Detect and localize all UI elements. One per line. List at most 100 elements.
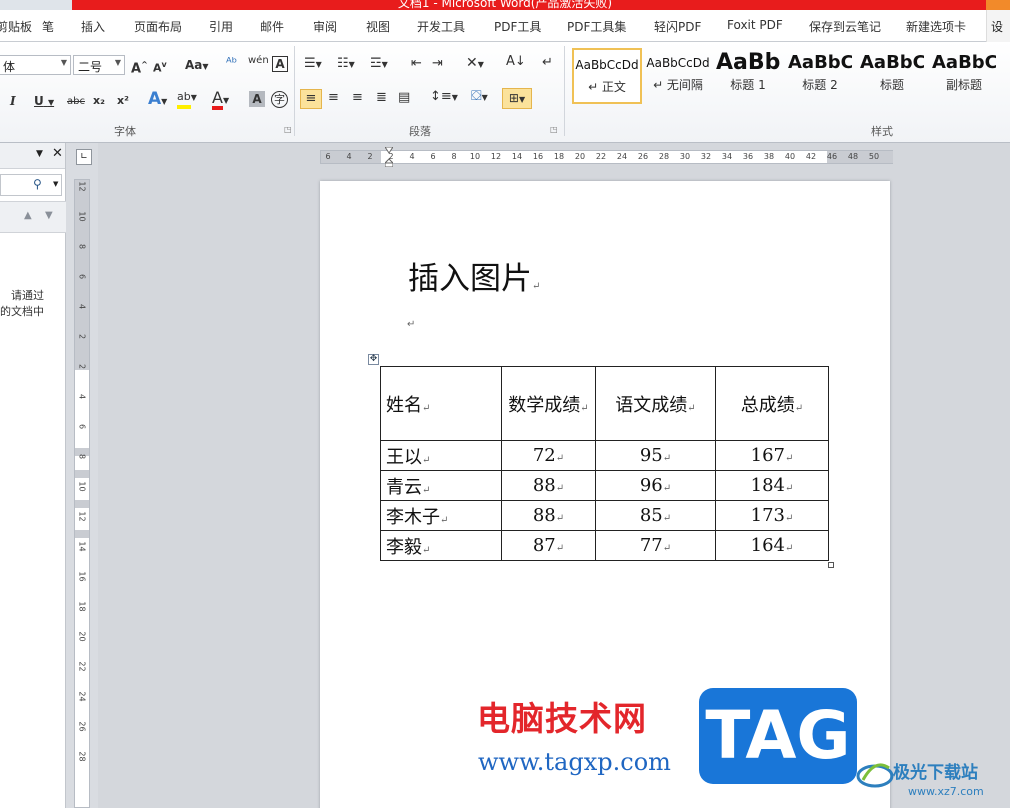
grades-table[interactable]: 姓名↵ 数学成绩↵ 语文成绩↵ 总成绩↵ 王以↵ 72↵ 95↵ 167↵ 青云↵ 88↵… (380, 366, 829, 561)
table-cell[interactable]: 77↵ (595, 530, 716, 561)
close-icon[interactable]: ✕ (52, 146, 63, 161)
nav-search-input[interactable]: ⚲ ▼ (0, 174, 62, 196)
underline-button[interactable]: U ▼ (34, 93, 54, 111)
table-cell[interactable]: 167↵ (715, 440, 829, 471)
table-cell[interactable]: 88↵ (501, 500, 596, 531)
italic-button[interactable]: I (10, 93, 16, 109)
strikethrough-button[interactable]: abc (67, 94, 85, 110)
increase-indent-icon[interactable]: ⇥ (432, 56, 443, 72)
multilevel-list-icon[interactable]: ☲▼ (370, 56, 388, 73)
bullets-icon[interactable]: ☰▼ (304, 56, 322, 73)
horizontal-ruler[interactable]: 6 4 2 2 4 6 8 10 12 14 16 18 20 22 24 26 28 30 32 34 36 38 40 4… (320, 147, 893, 167)
style-heading-2[interactable]: AaBbC 标题 2 (788, 48, 852, 104)
paragraph-mark: ↵ (407, 319, 416, 330)
superscript-button[interactable]: x² (117, 93, 129, 109)
text-effects-icon[interactable]: A▼ (148, 91, 167, 110)
tab-mailings[interactable]: 邮件 (260, 18, 284, 35)
tab-developer[interactable]: 开发工具 (417, 18, 465, 35)
table-cell[interactable]: 88↵ (501, 470, 596, 501)
decrease-indent-icon[interactable]: ⇤ (411, 56, 422, 72)
tab-insert[interactable]: 插入 (81, 18, 105, 35)
highlight-color-icon[interactable]: ab▼ (177, 89, 197, 109)
tab-pdf-tools[interactable]: PDF工具 (494, 18, 541, 35)
change-case-button[interactable]: Aa▼ (185, 57, 209, 75)
tab-references[interactable]: 引用 (209, 18, 233, 35)
previous-result-icon[interactable]: ▲ (24, 210, 32, 221)
watermark-tag-logo: TAG (699, 688, 857, 784)
ruler-number: 30 (679, 152, 691, 161)
tab-settings[interactable]: 设 (986, 10, 1010, 42)
show-marks-icon[interactable]: ↵ (542, 55, 553, 71)
tab-selector-button[interactable]: ∟ (76, 149, 92, 165)
paragraph-dialog-launcher-icon[interactable]: ◳ (550, 125, 558, 134)
distributed-icon[interactable]: ▤ (398, 90, 410, 106)
nav-pane-header: ▼ ✕ (0, 143, 65, 169)
table-cell[interactable]: 李毅↵ (380, 530, 502, 561)
table-move-handle-icon[interactable]: ✥ (368, 354, 379, 365)
align-right-icon[interactable]: ≡ (352, 90, 363, 106)
watermark-url: www.tagxp.com (478, 748, 671, 776)
grow-font-button[interactable]: A^ (131, 57, 148, 77)
table-cell[interactable]: 184↵ (715, 470, 829, 501)
style-normal[interactable]: AaBbCcDd ↵ 正文 (572, 48, 642, 104)
next-result-icon[interactable]: ▼ (45, 210, 53, 221)
table-cell[interactable]: 164↵ (715, 530, 829, 561)
shrink-font-button[interactable]: Av (153, 57, 167, 77)
table-cell[interactable]: 95↵ (595, 440, 716, 471)
shading-icon[interactable]: ⛋▼ (471, 88, 488, 106)
font-dialog-launcher-icon[interactable]: ◳ (284, 125, 292, 134)
tab-lightpdf[interactable]: 轻闪PDF (654, 18, 701, 35)
table-resize-handle[interactable] (828, 562, 834, 568)
sort-icon[interactable]: A↓ (506, 54, 526, 70)
tab-pen[interactable]: 笔 (42, 18, 54, 35)
tab-foxit-pdf[interactable]: Foxit PDF (727, 18, 783, 32)
table-cell[interactable]: 85↵ (595, 500, 716, 531)
table-header-cell[interactable]: 姓名↵ (380, 366, 502, 441)
tab-pdf-toolset[interactable]: PDF工具集 (567, 18, 626, 35)
table-cell[interactable]: 李木子↵ (380, 500, 502, 531)
align-center-icon[interactable]: ≡ (328, 90, 339, 106)
char-border-icon[interactable]: A (272, 56, 288, 72)
document-heading[interactable]: 插入图片↵ (408, 253, 540, 298)
chinese-layout-icon[interactable]: ✕▼ (466, 55, 484, 73)
style-no-spacing[interactable]: AaBbCcDd ↵ 无间隔 (643, 48, 713, 104)
font-color-icon[interactable]: A▼ (212, 90, 229, 110)
tab-save-cloud-note[interactable]: 保存到云笔记 (809, 18, 881, 35)
search-icon[interactable]: ⚲ (33, 177, 42, 191)
table-cell[interactable]: 72↵ (501, 440, 596, 471)
tab-page-layout[interactable]: 页面布局 (134, 18, 182, 35)
phonetic-guide-button[interactable]: wén (248, 53, 269, 69)
clear-format-icon[interactable]: ᴬᵇ (226, 56, 237, 72)
justify-icon[interactable]: ≣ (376, 90, 387, 106)
tab-review[interactable]: 审阅 (313, 18, 337, 35)
enclose-char-icon[interactable]: 字 (271, 91, 288, 108)
tab-clipboard[interactable]: 剪贴板 (0, 18, 32, 35)
line-spacing-icon[interactable]: ↕≡▼ (430, 89, 458, 106)
font-size-combo[interactable]: 二号 ▼ (73, 55, 125, 75)
cell-text: 167 (750, 445, 785, 466)
table-header-cell[interactable]: 语文成绩↵ (595, 366, 716, 441)
borders-icon[interactable]: ⊞▼ (502, 88, 532, 109)
char-shading-icon[interactable]: A (249, 91, 265, 107)
ruler-number: 40 (784, 152, 796, 161)
nav-pane-menu-icon[interactable]: ▼ (36, 149, 43, 159)
table-cell[interactable]: 王以↵ (380, 440, 502, 471)
table-cell[interactable]: 96↵ (595, 470, 716, 501)
table-cell[interactable]: 青云↵ (380, 470, 502, 501)
numbering-icon[interactable]: ☷▼ (337, 56, 355, 73)
font-name-combo[interactable]: 体 ▼ (0, 55, 71, 75)
vertical-ruler[interactable]: 12 10 8 6 4 2 2 4 6 8 10 12 14 16 18 20 22 24 26 28 (74, 179, 90, 808)
align-left-icon[interactable]: ≡ (300, 89, 322, 109)
table-header-cell[interactable]: 总成绩↵ (715, 366, 829, 441)
table-header-cell[interactable]: 数学成绩↵ (501, 366, 596, 441)
tab-new-tab[interactable]: 新建选项卡 (906, 18, 966, 35)
subscript-button[interactable]: x₂ (93, 93, 105, 109)
style-title[interactable]: AaBbC 标题 (860, 48, 924, 104)
style-subtitle[interactable]: AaBbC 副标题 (932, 48, 996, 104)
tab-view[interactable]: 视图 (366, 18, 390, 35)
chevron-down-icon[interactable]: ▼ (53, 180, 58, 188)
style-heading-1[interactable]: AaBb 标题 1 (716, 48, 780, 104)
table-cell[interactable]: 173↵ (715, 500, 829, 531)
cell-text: 王以 (386, 446, 422, 468)
table-cell[interactable]: 87↵ (501, 530, 596, 561)
